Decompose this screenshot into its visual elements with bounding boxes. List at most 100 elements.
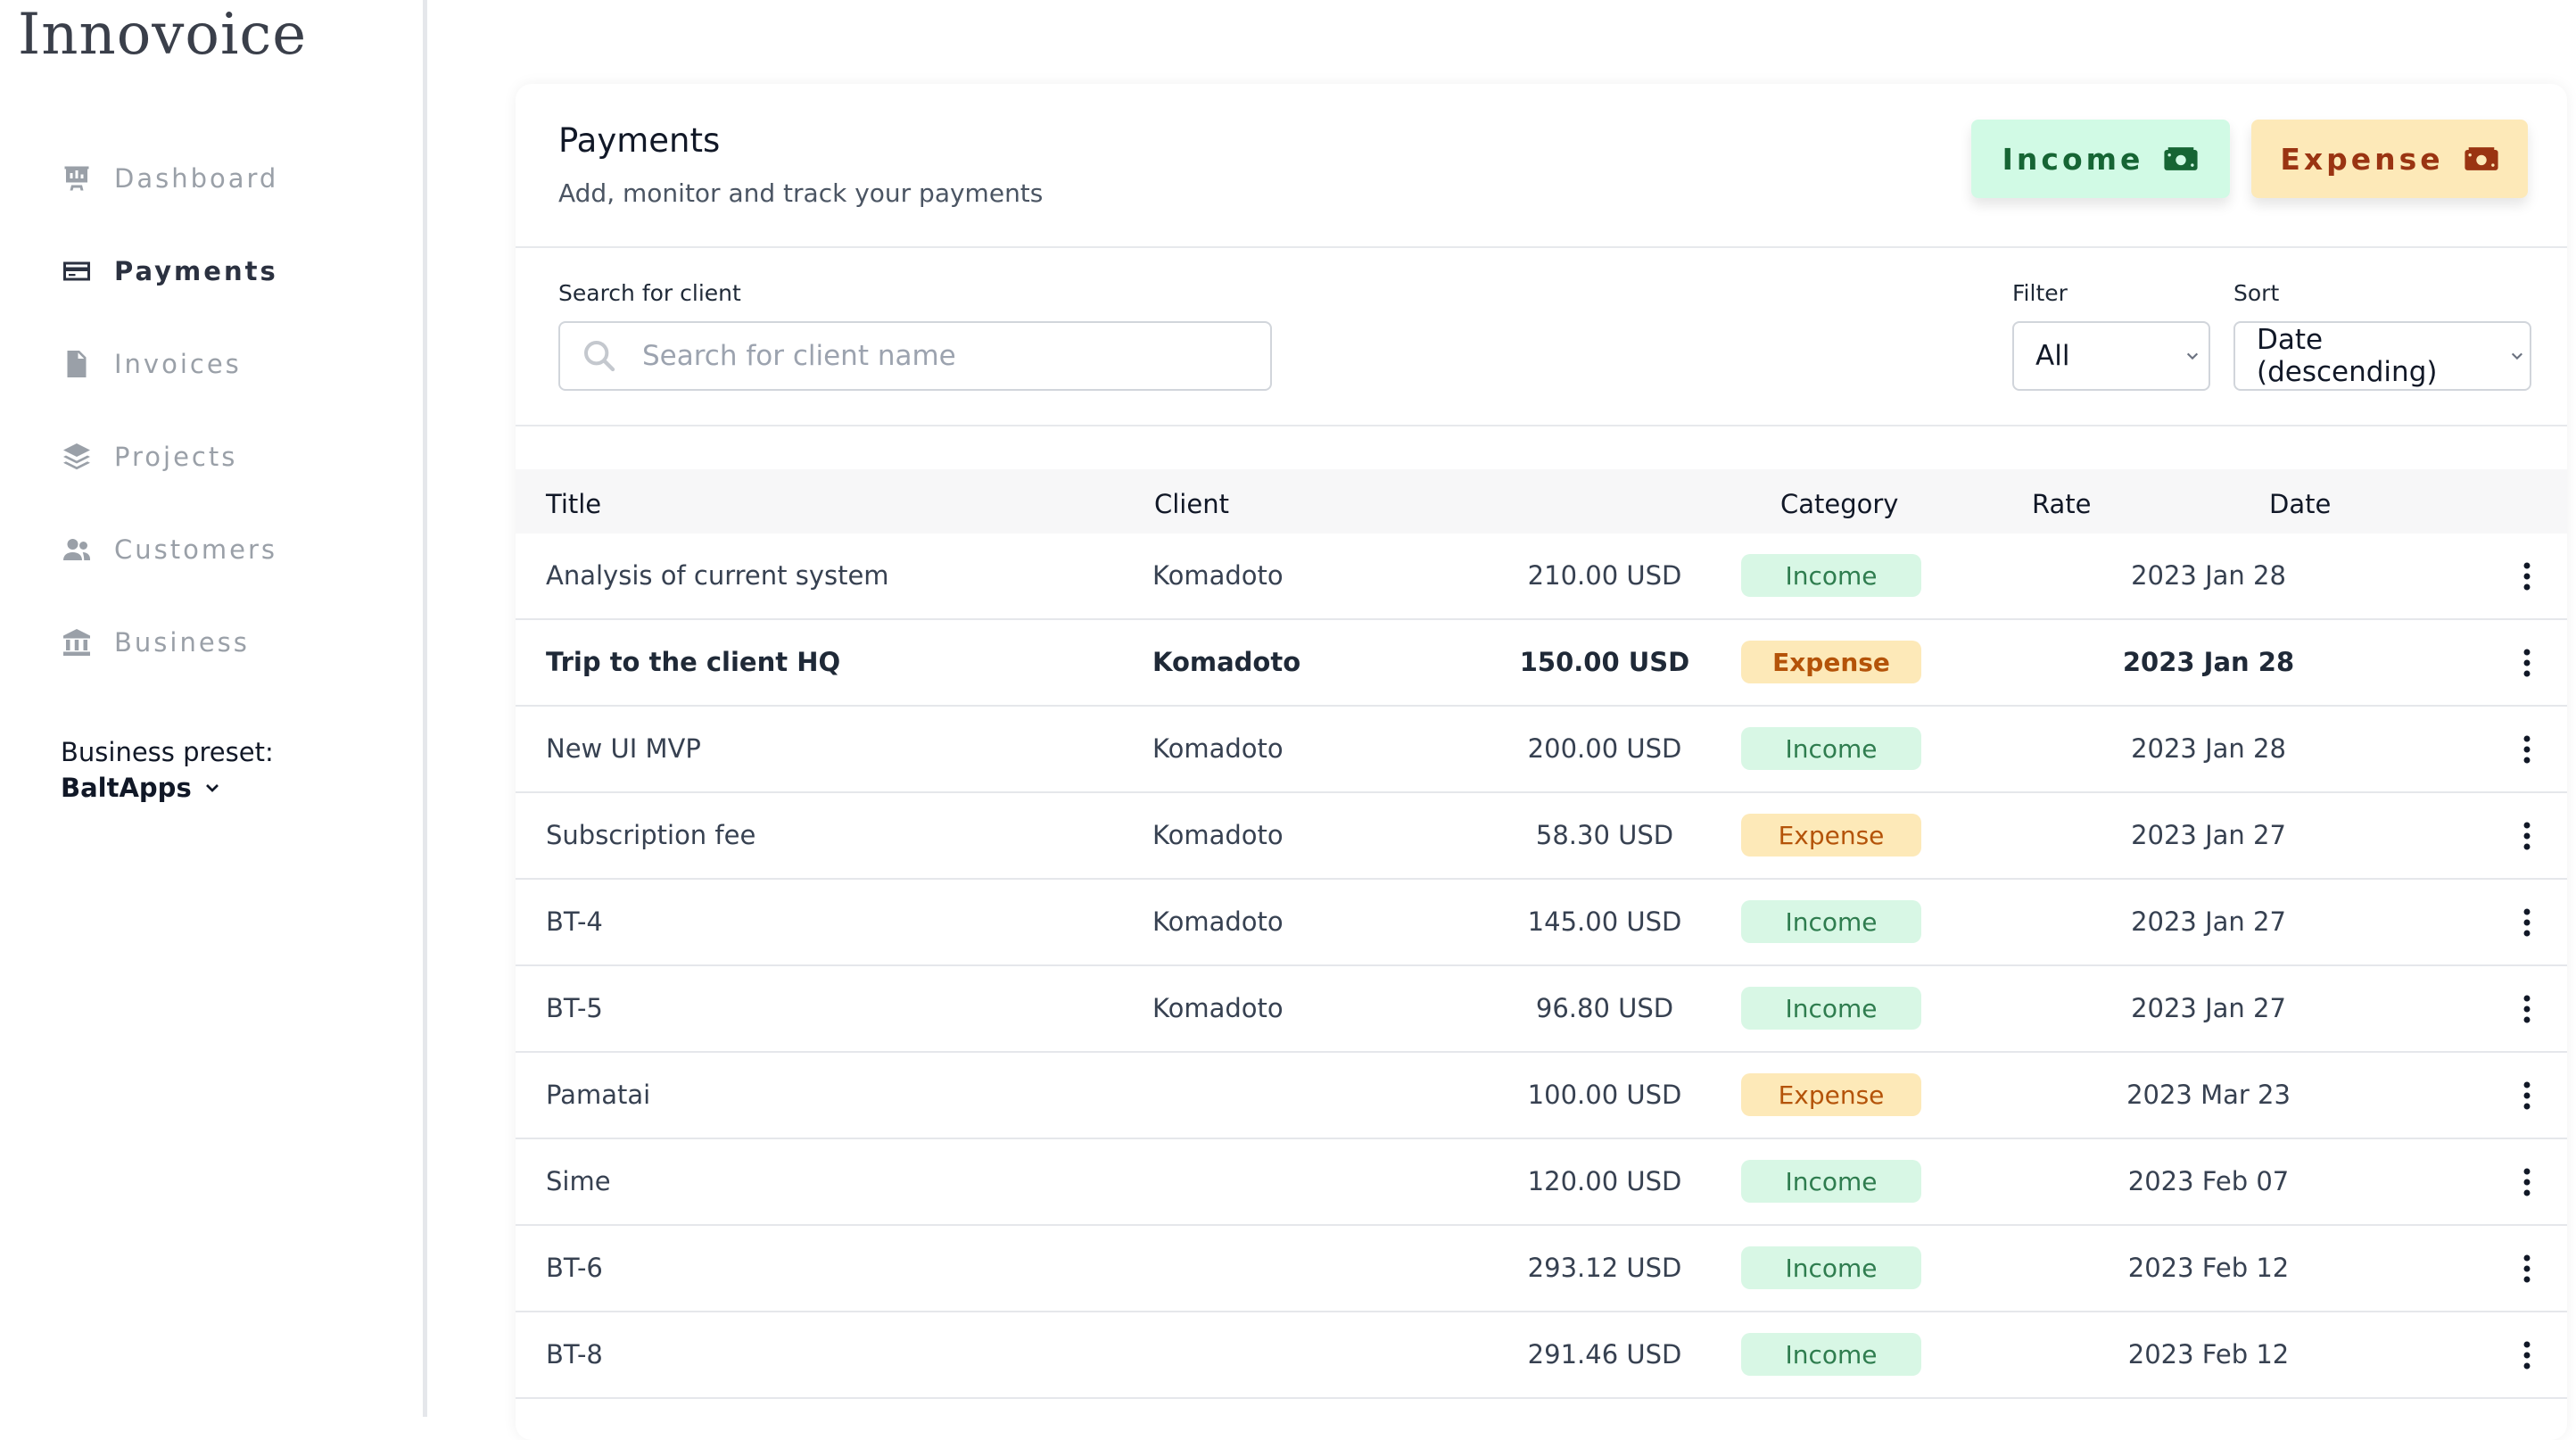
table-row[interactable]: Pamatai Expense 100.00 USD 2023 Mar 23 xyxy=(516,1053,2567,1139)
row-title: BT-4 xyxy=(546,906,603,937)
kebab-menu-icon xyxy=(2523,1341,2531,1370)
kebab-menu-icon xyxy=(2523,1254,2531,1283)
row-menu-button[interactable] xyxy=(2514,647,2540,679)
cash-icon xyxy=(2164,147,2198,170)
row-menu-button[interactable] xyxy=(2514,560,2540,592)
sidebar-item-dashboard[interactable]: Dashboard xyxy=(59,132,407,225)
sidebar-item-business[interactable]: Business xyxy=(59,596,407,689)
business-preset-label: Business preset: xyxy=(61,737,274,767)
row-menu-button[interactable] xyxy=(2514,1253,2540,1285)
sidebar-item-customers[interactable]: Customers xyxy=(59,503,407,596)
dashboard-icon xyxy=(59,161,95,196)
column-category[interactable]: Category xyxy=(1780,489,1898,519)
row-date: 2023 Feb 12 xyxy=(2127,1339,2290,1370)
row-menu-button[interactable] xyxy=(2514,820,2540,852)
table-row[interactable]: BT-5 Komadoto Income 96.80 USD 2023 Jan … xyxy=(516,966,2567,1053)
row-rate: 210.00 USD xyxy=(1527,560,1682,591)
search-field xyxy=(558,321,1272,391)
column-client[interactable]: Client xyxy=(1154,489,1229,519)
sidebar: Innovoice Dashboard Payments Invoices Pr… xyxy=(0,0,427,1417)
category-badge: Income xyxy=(1741,1246,1921,1289)
kebab-menu-icon xyxy=(2523,562,2531,591)
app-logo[interactable]: Innovoice xyxy=(18,2,307,68)
sidebar-item-projects[interactable]: Projects xyxy=(59,410,407,503)
business-preset-value: BaltApps xyxy=(61,773,192,803)
filter-label: Filter xyxy=(2012,280,2068,306)
sidebar-nav: Dashboard Payments Invoices Projects Cus… xyxy=(59,132,407,689)
business-preset: Business preset: BaltApps xyxy=(61,737,274,803)
business-preset-dropdown[interactable]: BaltApps xyxy=(61,773,274,803)
row-menu-button[interactable] xyxy=(2514,993,2540,1025)
row-menu-button[interactable] xyxy=(2514,1080,2540,1112)
row-rate: 58.30 USD xyxy=(1535,820,1674,850)
row-date: 2023 Mar 23 xyxy=(2126,1080,2291,1110)
category-badge: Income xyxy=(1741,1160,1921,1203)
sidebar-item-label: Customers xyxy=(114,534,277,565)
search-input[interactable] xyxy=(640,339,1251,373)
search-label: Search for client xyxy=(558,280,741,306)
row-rate: 96.80 USD xyxy=(1535,993,1674,1023)
payments-card: Payments Add, monitor and track your pay… xyxy=(516,84,2567,1440)
add-income-button[interactable]: Income xyxy=(1971,120,2230,198)
category-badge: Expense xyxy=(1741,641,1921,683)
column-title[interactable]: Title xyxy=(546,489,601,519)
sort-value: Date (descending) xyxy=(2257,324,2438,388)
row-date: 2023 Feb 12 xyxy=(2127,1253,2290,1283)
chevron-down-icon xyxy=(2186,352,2199,360)
bank-icon xyxy=(59,625,95,660)
column-rate[interactable]: Rate xyxy=(2032,489,2092,519)
row-menu-button[interactable] xyxy=(2514,733,2540,766)
row-menu-button[interactable] xyxy=(2514,1166,2540,1198)
sidebar-item-label: Payments xyxy=(114,256,278,286)
table-row[interactable]: BT-4 Komadoto Income 145.00 USD 2023 Jan… xyxy=(516,880,2567,966)
sidebar-item-invoices[interactable]: Invoices xyxy=(59,318,407,410)
table-row[interactable]: New UI MVP Komadoto Income 200.00 USD 20… xyxy=(516,707,2567,793)
kebab-menu-icon xyxy=(2523,649,2531,677)
page-title: Payments xyxy=(558,121,721,160)
add-expense-button[interactable]: Expense xyxy=(2251,120,2528,198)
row-menu-button[interactable] xyxy=(2514,1339,2540,1371)
row-client: Komadoto xyxy=(1152,906,1284,937)
filter-select[interactable]: All xyxy=(2012,321,2210,391)
sidebar-item-payments[interactable]: Payments xyxy=(59,225,407,318)
credit-card-icon xyxy=(59,253,95,289)
row-menu-button[interactable] xyxy=(2514,906,2540,939)
kebab-menu-icon xyxy=(2523,1081,2531,1110)
row-title: BT-8 xyxy=(546,1339,603,1370)
row-date: 2023 Jan 28 xyxy=(2122,647,2295,677)
chevron-down-icon xyxy=(2512,352,2523,360)
row-date: 2023 Jan 28 xyxy=(2131,733,2286,764)
row-date: 2023 Jan 28 xyxy=(2131,560,2286,591)
row-title: BT-6 xyxy=(546,1253,603,1283)
table-row[interactable]: Sime Income 120.00 USD 2023 Feb 07 xyxy=(516,1139,2567,1226)
chevron-down-icon xyxy=(205,784,219,792)
row-title: BT-5 xyxy=(546,993,603,1023)
row-rate: 291.46 USD xyxy=(1527,1339,1682,1370)
table-row[interactable]: Subscription fee Komadoto Expense 58.30 … xyxy=(516,793,2567,880)
category-badge: Expense xyxy=(1741,814,1921,857)
filters-divider xyxy=(516,425,2567,426)
column-date[interactable]: Date xyxy=(2269,489,2331,519)
table-row[interactable]: BT-8 Income 291.46 USD 2023 Feb 12 xyxy=(516,1312,2567,1399)
table-header: Title Client Category Rate Date xyxy=(516,469,2567,534)
add-expense-label: Expense xyxy=(2280,141,2444,177)
document-icon xyxy=(59,346,95,382)
kebab-menu-icon xyxy=(2523,995,2531,1023)
sidebar-item-label: Business xyxy=(114,627,250,658)
sort-select[interactable]: Date (descending) xyxy=(2233,321,2531,391)
row-title: Trip to the client HQ xyxy=(546,647,841,677)
category-badge: Income xyxy=(1741,727,1921,770)
sort-label: Sort xyxy=(2233,280,2280,306)
row-rate: 100.00 USD xyxy=(1527,1080,1682,1110)
kebab-menu-icon xyxy=(2523,735,2531,764)
row-client: Komadoto xyxy=(1152,820,1284,850)
row-title: New UI MVP xyxy=(546,733,701,764)
category-badge: Expense xyxy=(1741,1073,1921,1116)
row-client: Komadoto xyxy=(1152,993,1284,1023)
table-row[interactable]: Analysis of current system Komadoto Inco… xyxy=(516,534,2567,620)
kebab-menu-icon xyxy=(2523,908,2531,937)
sidebar-item-label: Dashboard xyxy=(114,163,279,194)
table-row[interactable]: BT-6 Income 293.12 USD 2023 Feb 12 xyxy=(516,1226,2567,1312)
table-row[interactable]: Trip to the client HQ Komadoto Expense 1… xyxy=(516,620,2567,707)
filter-value: All xyxy=(2035,340,2070,372)
